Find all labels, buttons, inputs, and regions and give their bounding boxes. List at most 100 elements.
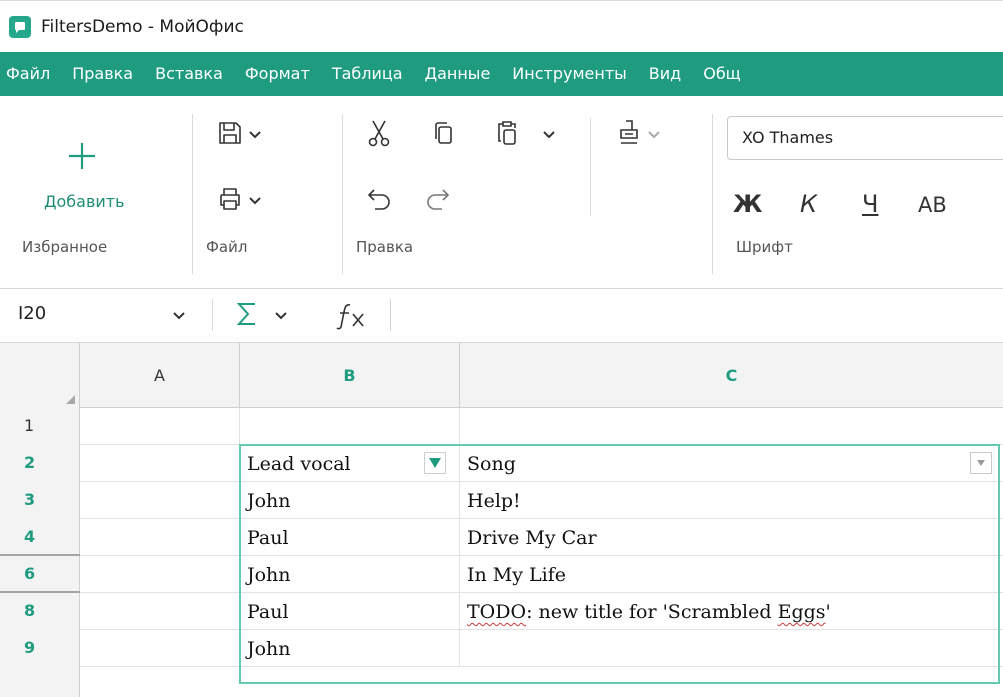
table-row: 6 John In My Life: [0, 556, 1003, 593]
row-header[interactable]: 9: [0, 630, 80, 667]
cell-a1[interactable]: [80, 408, 240, 445]
table-row: 8 Paul TODO: new title for 'Scrambled Eg…: [0, 593, 1003, 630]
column-header-row: A B C: [0, 343, 1003, 408]
spreadsheet-grid: A B C 1 2 Lead vocal Song 3 John Help! 4…: [0, 343, 1003, 697]
cell-reference-field[interactable]: I20: [18, 303, 46, 324]
row-header[interactable]: 2: [0, 445, 80, 482]
sum-icon[interactable]: [232, 299, 262, 329]
menu-data[interactable]: Данные: [414, 52, 502, 96]
cell-a3[interactable]: [80, 482, 240, 519]
cell-a8[interactable]: [80, 593, 240, 630]
menu-insert[interactable]: Вставка: [144, 52, 234, 96]
function-icon[interactable]: [334, 301, 374, 331]
column-header-a[interactable]: A: [80, 343, 240, 408]
ribbon-divider: [342, 114, 343, 274]
menu-share[interactable]: Общ: [692, 52, 752, 96]
window-title: FiltersDemo - МойОфис: [41, 16, 244, 37]
header-song: Song: [467, 453, 516, 475]
select-all-corner[interactable]: [0, 343, 80, 408]
cell-c1[interactable]: [460, 408, 1003, 445]
chevron-down-icon[interactable]: [540, 126, 558, 144]
print-icon[interactable]: [215, 184, 245, 214]
column-header-b[interactable]: B: [240, 343, 460, 408]
table-row: 2 Lead vocal Song: [0, 445, 1003, 482]
cell-a4[interactable]: [80, 519, 240, 556]
redo-icon[interactable]: [423, 184, 453, 214]
row-header[interactable]: 8: [0, 593, 80, 630]
copy-icon[interactable]: [428, 118, 458, 148]
row-header[interactable]: 4: [0, 519, 80, 556]
select-all-icon: [66, 395, 75, 404]
cell-c8[interactable]: TODO: new title for 'Scrambled Eggs': [460, 593, 1003, 630]
bold-button[interactable]: Ж: [733, 190, 762, 218]
cell-b9[interactable]: John: [240, 630, 460, 667]
formula-bar-divider: [212, 299, 213, 331]
table-row: 3 John Help!: [0, 482, 1003, 519]
chevron-down-icon[interactable]: [246, 192, 264, 210]
group-label-edit: Правка: [356, 238, 414, 256]
formula-bar: I20: [0, 289, 1003, 343]
add-button-label[interactable]: Добавить: [44, 192, 125, 211]
row-header[interactable]: 6: [0, 556, 80, 593]
cell-b8[interactable]: Paul: [240, 593, 460, 630]
cell-a2[interactable]: [80, 445, 240, 482]
formula-input-divider: [390, 299, 391, 331]
app-logo-icon: [9, 15, 31, 38]
save-icon[interactable]: [215, 118, 245, 148]
table-row: 1: [0, 408, 1003, 445]
title-bar: FiltersDemo - МойОфис: [0, 0, 1003, 52]
underline-button[interactable]: Ч: [862, 190, 878, 218]
menu-file[interactable]: Файл: [0, 52, 61, 96]
caps-button[interactable]: АВ: [918, 193, 947, 217]
chevron-down-icon[interactable]: [272, 307, 290, 325]
cut-icon[interactable]: [364, 118, 394, 148]
cell-a6[interactable]: [80, 556, 240, 593]
header-lead-vocal: Lead vocal: [247, 453, 351, 475]
group-label-font: Шрифт: [736, 238, 793, 256]
cell-c3[interactable]: Help!: [460, 482, 1003, 519]
ribbon-divider: [590, 118, 591, 216]
format-painter-icon[interactable]: [614, 118, 644, 148]
table-row: 4 Paul Drive My Car: [0, 519, 1003, 556]
cell-b6[interactable]: John: [240, 556, 460, 593]
chevron-down-icon[interactable]: [645, 126, 663, 144]
row-header[interactable]: [0, 667, 80, 697]
filter-active-button[interactable]: [424, 452, 446, 474]
menu-tools[interactable]: Инструменты: [501, 52, 638, 96]
cell-text: ': [825, 601, 831, 623]
group-label-favorites: Избранное: [22, 238, 108, 256]
cell-c2[interactable]: Song: [460, 445, 1003, 482]
menu-bar: Файл Правка Вставка Формат Таблица Данны…: [0, 52, 1003, 96]
cell-b4[interactable]: Paul: [240, 519, 460, 556]
cell-c4[interactable]: Drive My Car: [460, 519, 1003, 556]
ribbon: Добавить Избранное Файл Правка XO Thames…: [0, 96, 1003, 289]
table-row: 9 John: [0, 630, 1003, 667]
cell-b3[interactable]: John: [240, 482, 460, 519]
table-row: [0, 667, 1003, 697]
group-label-file: Файл: [206, 238, 248, 256]
column-header-c[interactable]: C: [460, 343, 1003, 408]
cell-b1[interactable]: [240, 408, 460, 445]
cell-c9[interactable]: [460, 630, 1003, 667]
chevron-down-icon[interactable]: [246, 126, 264, 144]
misspelled-word: TODO: [467, 601, 527, 623]
italic-button[interactable]: К: [800, 190, 817, 218]
menu-table[interactable]: Таблица: [321, 52, 414, 96]
font-name-field[interactable]: XO Thames: [727, 116, 1003, 160]
row-header[interactable]: 1: [0, 408, 80, 445]
menu-edit[interactable]: Правка: [61, 52, 144, 96]
menu-format[interactable]: Формат: [234, 52, 321, 96]
menu-view[interactable]: Вид: [638, 52, 692, 96]
add-icon[interactable]: [64, 138, 100, 174]
row-header[interactable]: 3: [0, 482, 80, 519]
ribbon-divider: [712, 114, 713, 274]
misspelled-word: Eggs: [777, 601, 826, 623]
cell-text: : new title for 'Scrambled: [526, 601, 778, 623]
cell-a9[interactable]: [80, 630, 240, 667]
paste-icon[interactable]: [492, 118, 522, 148]
chevron-down-icon[interactable]: [170, 307, 188, 325]
ribbon-divider: [192, 114, 193, 274]
cell-c6[interactable]: In My Life: [460, 556, 1003, 593]
undo-icon[interactable]: [364, 184, 394, 214]
filter-dropdown-button[interactable]: [970, 452, 992, 474]
